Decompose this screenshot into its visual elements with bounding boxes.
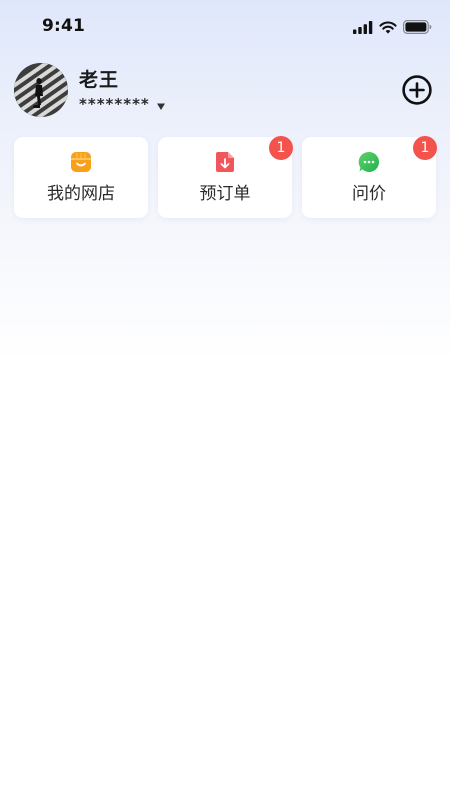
profile-name: 老王 [79, 69, 120, 91]
quick-entry-inquiry[interactable]: 问价 1 [302, 136, 437, 218]
avatar-photo [14, 63, 68, 117]
status-icons [353, 19, 432, 35]
order-download-icon [216, 152, 234, 172]
quick-entry-label: 问价 [352, 184, 386, 204]
status-time: 9:41 [42, 16, 86, 36]
store-icon [71, 152, 91, 172]
notification-badge: 1 [269, 136, 293, 160]
quick-entry-my-shop[interactable]: 我的网店 [14, 137, 148, 218]
plus-circle-icon [402, 75, 432, 105]
account-mask: ******** [79, 95, 150, 113]
account-switcher[interactable]: ******** [79, 95, 166, 113]
chat-bubble-icon [358, 151, 380, 172]
quick-entry-label: 预订单 [199, 184, 251, 204]
quick-entry-label: 我的网店 [47, 184, 115, 204]
status-bar: 9:41 [0, 0, 450, 54]
add-button[interactable] [401, 74, 433, 106]
notification-badge: 1 [413, 136, 437, 160]
avatar[interactable] [14, 63, 68, 117]
cellular-signal-icon [353, 20, 373, 34]
battery-icon [403, 20, 432, 34]
caret-down-icon [156, 103, 165, 110]
wifi-icon [379, 21, 397, 34]
quick-entry-pre-orders[interactable]: 预订单 1 [158, 136, 293, 218]
